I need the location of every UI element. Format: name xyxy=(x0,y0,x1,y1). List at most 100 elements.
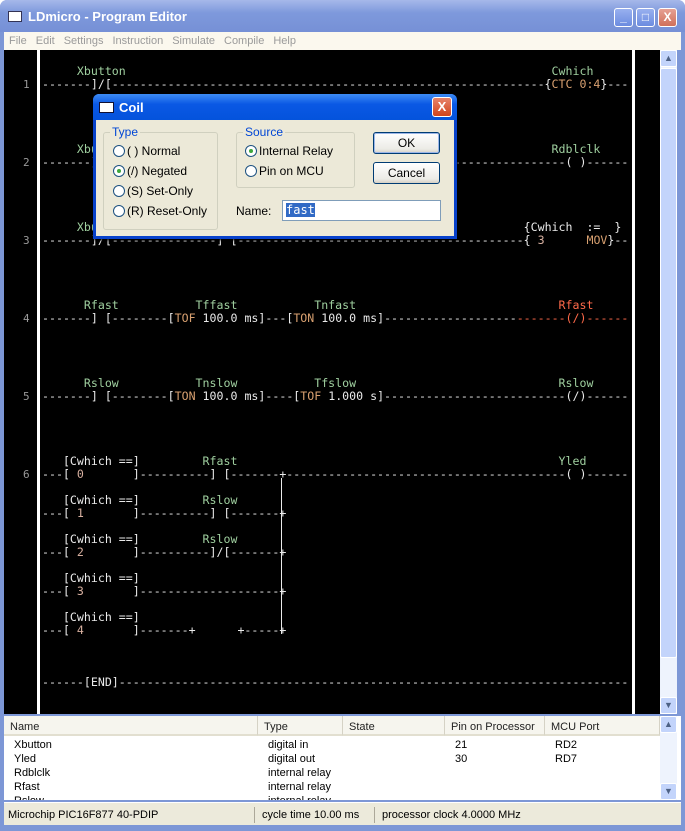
radio-set-only[interactable]: (S) Set-Only xyxy=(113,184,193,198)
io-cell[interactable]: digital in xyxy=(268,739,308,751)
radio-normal[interactable]: ( ) Normal xyxy=(113,144,180,158)
ladder-wire-text: -------] [--------[ xyxy=(42,389,175,403)
ladder-value-text: 0 xyxy=(76,467,84,481)
io-list-scrollbar[interactable]: ▲ ▼ xyxy=(660,716,677,800)
dialog-close-button[interactable]: X xyxy=(432,97,452,117)
scroll-thumb[interactable] xyxy=(660,68,677,658)
ladder-keyword-text: CTC 0:4 xyxy=(551,77,601,91)
radio-icon xyxy=(113,205,125,217)
ladder-wire-text: [Cwhich ==] xyxy=(42,532,140,546)
io-cell[interactable]: Xbutton xyxy=(14,739,52,751)
ladder-wire-text: ]----------]/[-------+ xyxy=(83,545,287,559)
menu-instruction[interactable]: Instruction xyxy=(107,32,167,47)
rung-number: 1 xyxy=(23,78,30,91)
column-header-port[interactable]: MCU Port xyxy=(545,716,660,736)
ladder-keyword-text: TON xyxy=(174,389,196,403)
ladder-wire-text: [Cwhich ==] xyxy=(42,493,140,507)
rung-wire[interactable]: -------] [--------[TON 100.0 ms]----[TOF… xyxy=(42,390,628,403)
ladder-wire-text: ---[ xyxy=(42,506,77,520)
io-cell[interactable]: internal relay xyxy=(268,781,331,793)
radio-pin-on-mcu[interactable]: Pin on MCU xyxy=(245,164,324,178)
ladder-label-text: Rslow xyxy=(139,493,238,507)
ladder-wire-text: ]--------------------+ xyxy=(83,584,287,598)
ladder-wire-text: 100.0 ms]------------------- xyxy=(314,311,517,325)
rung-wire[interactable]: ---[ 4 ]-------+ +-----+ xyxy=(42,624,286,637)
editor-scrollbar[interactable]: ▲ ▼ xyxy=(660,50,677,714)
ladder-wire-text xyxy=(545,233,587,247)
column-header-type[interactable]: Type xyxy=(258,716,343,736)
column-header-state[interactable]: State xyxy=(343,716,445,736)
radio-label: (/) Negated xyxy=(127,164,188,178)
ladder-wire-text: 1.000 s]--------------------------(/)---… xyxy=(321,389,629,403)
io-cell[interactable]: Rfast xyxy=(14,781,40,793)
io-list: Name Type State Pin on Processor MCU Por… xyxy=(4,716,681,800)
close-button[interactable]: X xyxy=(658,8,677,27)
ladder-value-text: 4 xyxy=(76,623,84,637)
ladder-wire-text: 100.0 ms]----[ xyxy=(195,389,301,403)
io-cell[interactable]: RD7 xyxy=(555,753,577,765)
io-cell[interactable]: digital out xyxy=(268,753,315,765)
rung-wire[interactable]: -------] [--------[TOF 100.0 ms]---[TON … xyxy=(42,312,628,325)
ladder-wire-text: }--- xyxy=(600,77,629,91)
ladder-wire-text: ---[ xyxy=(42,467,77,481)
radio-reset-only[interactable]: (R) Reset-Only xyxy=(113,204,207,218)
status-cycle-time: cycle time 10.00 ms xyxy=(258,807,375,823)
scroll-up-icon[interactable]: ▲ xyxy=(660,716,677,733)
ladder-value-text: 1 xyxy=(76,506,84,520)
rung-wire[interactable]: ---[ 0 ]----------] [-------+-----------… xyxy=(42,468,628,481)
rung-wire[interactable]: ---[ 1 ]----------] [-------+ xyxy=(42,507,286,520)
io-cell[interactable]: RD2 xyxy=(555,739,577,751)
source-group: Source xyxy=(236,125,355,188)
scroll-up-icon[interactable]: ▲ xyxy=(660,50,677,67)
io-cell[interactable]: 21 xyxy=(455,739,467,751)
menu-help[interactable]: Help xyxy=(268,32,300,47)
maximize-button[interactable]: □ xyxy=(636,8,655,27)
rung-number: 4 xyxy=(23,312,30,325)
ladder-wire-text: {Cwhich := } xyxy=(523,220,622,234)
io-cell[interactable]: internal relay xyxy=(268,767,331,779)
menu-compile[interactable]: Compile xyxy=(219,32,268,47)
ladder-selected-text: Rfast xyxy=(558,298,594,312)
ok-button[interactable]: OK xyxy=(373,132,440,154)
io-cell[interactable]: Yled xyxy=(14,753,36,765)
menu-simulate[interactable]: Simulate xyxy=(167,32,219,47)
io-cell[interactable]: internal relay xyxy=(268,795,331,800)
name-input[interactable]: fast xyxy=(282,200,441,221)
coil-dialog: Coil X Type ( ) Normal (/) Negated (S) S… xyxy=(93,94,457,239)
ladder-wire-text: [Cwhich ==] xyxy=(42,454,140,468)
ladder-label-text: Rfast Tffast Tnfast xyxy=(42,298,559,312)
ladder-label-text: Rfast Yled xyxy=(139,454,587,468)
ladder-wire-text: [Cwhich ==] xyxy=(42,610,140,624)
menu-file[interactable]: File xyxy=(4,32,31,47)
radio-label: Internal Relay xyxy=(259,144,334,158)
radio-label: (R) Reset-Only xyxy=(127,204,208,218)
ladder-label-text: Xbutton Cwhich xyxy=(42,64,594,78)
dialog-title-bar: Coil X xyxy=(93,94,457,120)
io-cell[interactable]: 30 xyxy=(455,753,467,765)
name-label: Name: xyxy=(236,204,272,218)
column-header-pin[interactable]: Pin on Processor xyxy=(445,716,545,736)
rung-wire[interactable]: ---[ 2 ]----------]/[-------+ xyxy=(42,546,286,559)
rung-wire[interactable]: ------[END]-----------------------------… xyxy=(42,676,628,689)
minimize-button[interactable]: _ xyxy=(614,8,633,27)
ladder-wire-text: -------]/[------------------------------… xyxy=(42,77,552,91)
name-value: fast xyxy=(286,203,315,217)
cancel-button[interactable]: Cancel xyxy=(373,162,440,184)
radio-internal-relay[interactable]: Internal Relay xyxy=(245,144,333,158)
menu-settings[interactable]: Settings xyxy=(59,32,108,47)
rung-wire[interactable]: ---[ 3 ]--------------------+ xyxy=(42,585,286,598)
io-cell[interactable]: Rslow xyxy=(14,795,44,800)
io-cell[interactable]: Rdblclk xyxy=(14,767,50,779)
ladder-keyword-text: TOF xyxy=(174,311,196,325)
status-processor: Microchip PIC16F877 40-PDIP xyxy=(4,807,255,823)
scroll-down-icon[interactable]: ▼ xyxy=(660,697,677,714)
radio-negated[interactable]: (/) Negated xyxy=(113,164,187,178)
menu-edit[interactable]: Edit xyxy=(31,32,59,47)
rung-number: 2 xyxy=(23,156,30,169)
rung-wire[interactable]: -------]/[------------------------------… xyxy=(42,78,628,91)
scroll-down-icon[interactable]: ▼ xyxy=(660,783,677,800)
ladder-keyword-text: MOV xyxy=(586,233,608,247)
column-header-name[interactable]: Name xyxy=(4,716,258,736)
ladder-wire-text: ]-------+ +-----+ xyxy=(83,623,287,637)
radio-icon xyxy=(113,185,125,197)
